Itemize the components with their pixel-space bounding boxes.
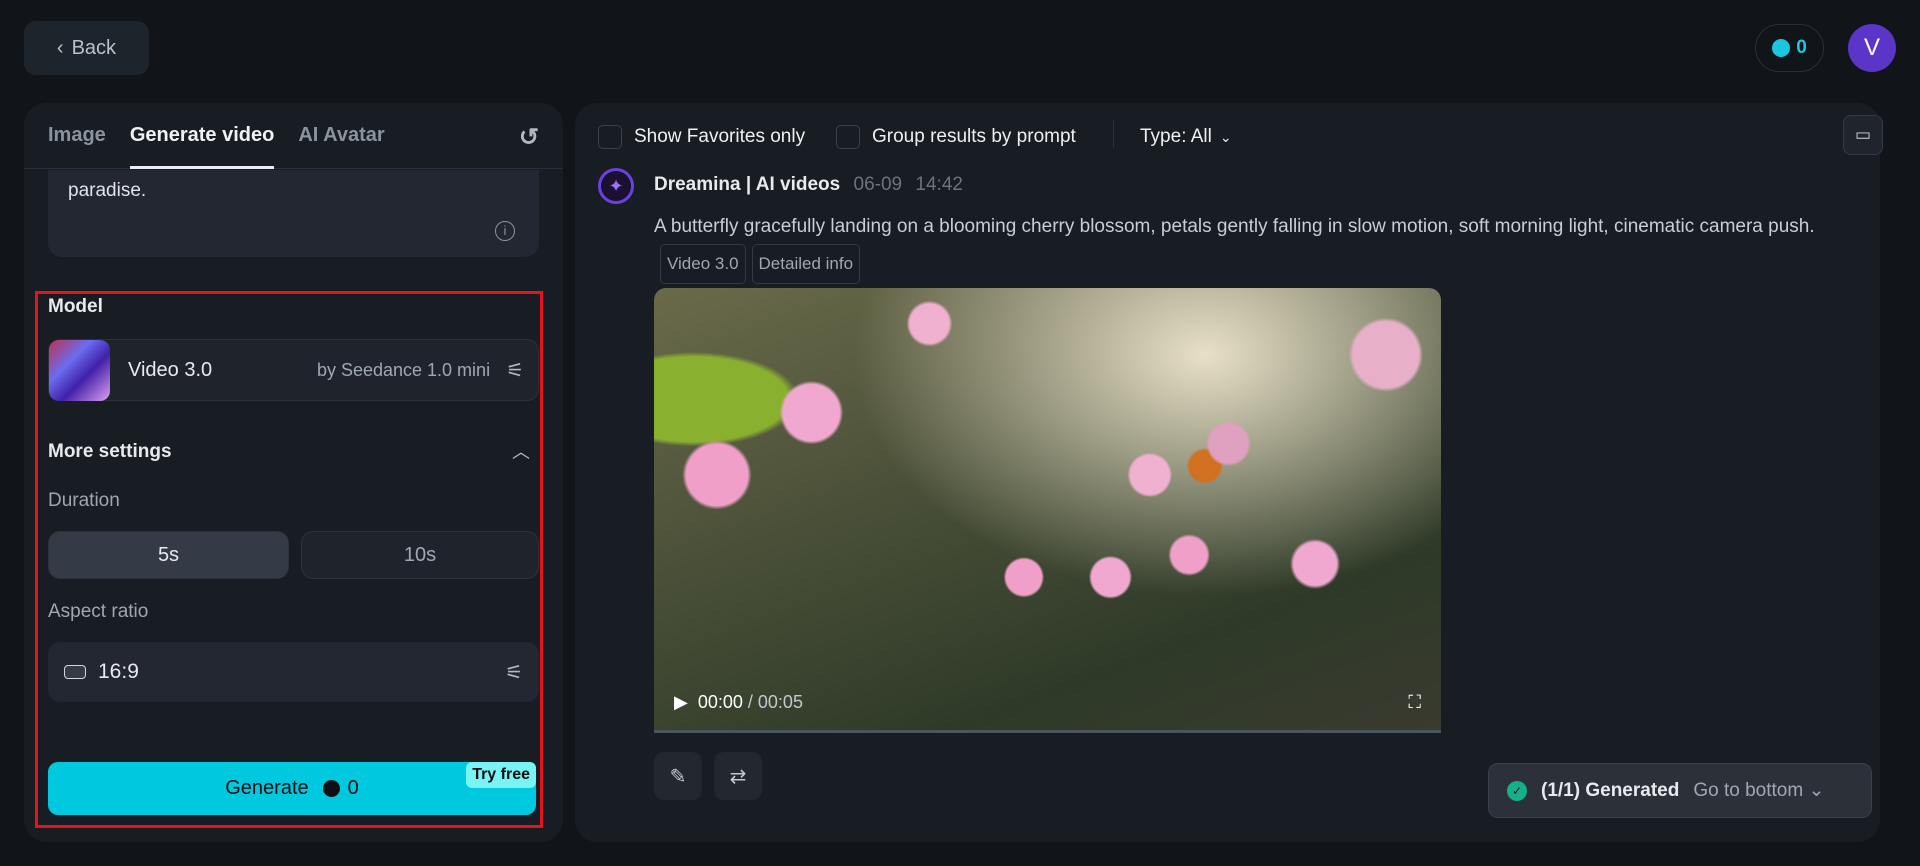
generate-button[interactable]: Generate 0 Try free (48, 762, 536, 815)
model-selector[interactable]: Video 3.0 by Seedance 1.0 mini ⚟ (48, 339, 539, 401)
go-to-bottom-link[interactable]: Go to bottom ⌄ (1693, 779, 1824, 802)
edit-button[interactable]: ✎ (654, 752, 702, 800)
repeat-icon: ⇄ (729, 765, 747, 788)
more-settings-label[interactable]: More settings (48, 441, 172, 463)
video-duration: / 00:05 (747, 692, 803, 712)
folder-button[interactable]: ▭ (1843, 115, 1883, 155)
chevron-up-icon[interactable]: ︿ (512, 438, 530, 464)
result-header: Dreamina | AI videos 06-09 14:42 (654, 174, 963, 196)
credit-icon (322, 780, 340, 797)
chevron-left-icon: ‹ (56, 36, 64, 59)
result-date: 06-09 (853, 174, 903, 195)
divider (1113, 120, 1114, 148)
duration-10s[interactable]: 10s (301, 531, 539, 579)
duration-5s[interactable]: 5s (48, 531, 289, 579)
chevron-down-icon: ⌄ (1808, 780, 1825, 801)
avatar[interactable]: V (1848, 24, 1896, 72)
tab-generate-video[interactable]: Generate video (129, 124, 274, 169)
author-name: Dreamina | AI videos (654, 174, 841, 195)
group-by-prompt-checkbox[interactable]: Group results by prompt (836, 124, 1076, 150)
model-thumbnail (49, 339, 110, 401)
regenerate-button[interactable]: ⇄ (714, 752, 762, 800)
duration-label: Duration (48, 490, 120, 511)
model-provider: by Seedance 1.0 mini (316, 359, 491, 380)
dreamina-logo: ✦ (598, 168, 634, 204)
aspect-ratio-selector[interactable]: 16:9 ⚟ (48, 642, 539, 702)
try-free-badge: Try free (466, 762, 536, 788)
checkbox[interactable] (836, 125, 860, 149)
generation-status[interactable]: ✓ (1/1) Generated Go to bottom ⌄ (1488, 763, 1872, 818)
chevron-down-icon: ⌄ (1219, 128, 1232, 145)
progress-bar[interactable] (654, 730, 1441, 733)
tab-ai-avatar[interactable]: AI Avatar (298, 124, 384, 147)
model-name: Video 3.0 (128, 358, 213, 381)
sliders-icon[interactable]: ⚟ (505, 660, 523, 685)
type-filter-dropdown[interactable]: Type: All ⌄ (1140, 124, 1232, 150)
sliders-icon[interactable]: ⚟ (506, 358, 524, 383)
check-circle-icon: ✓ (1507, 780, 1527, 801)
prompt-input[interactable]: paradise. i (48, 170, 539, 257)
aspect-ratio-icon (64, 665, 86, 679)
fullscreen-icon[interactable]: ⛶ (1408, 692, 1421, 713)
tab-bar: Image Generate video AI Avatar ↺ (24, 103, 563, 169)
current-time: 00:00 (697, 692, 743, 712)
result-prompt: A butterfly gracefully landing on a bloo… (654, 210, 1884, 284)
reset-icon[interactable]: ↺ (519, 123, 539, 152)
credits-badge[interactable]: 0 (1755, 24, 1824, 72)
video-player[interactable]: ▶ 00:00 / 00:05 ⛶ (654, 288, 1441, 733)
show-favorites-checkbox[interactable]: Show Favorites only (598, 124, 805, 150)
checkbox[interactable] (598, 125, 622, 149)
model-label: Model (48, 296, 103, 317)
back-button[interactable]: ‹ Back (24, 21, 149, 75)
tab-image[interactable]: Image (48, 124, 106, 147)
detailed-info-chip[interactable]: Detailed info (751, 244, 861, 284)
play-icon[interactable]: ▶ (674, 692, 688, 713)
pencil-icon: ✎ (669, 765, 687, 788)
video-controls: ▶ 00:00 / 00:05 (674, 692, 803, 713)
model-chip[interactable]: Video 3.0 (660, 244, 746, 284)
aspect-ratio-label: Aspect ratio (48, 601, 149, 622)
result-time: 14:42 (915, 174, 963, 195)
info-icon[interactable]: i (495, 221, 515, 241)
generated-count: (1/1) Generated (1541, 779, 1680, 801)
credit-icon (1772, 39, 1791, 57)
folder-icon: ▭ (1854, 125, 1872, 144)
